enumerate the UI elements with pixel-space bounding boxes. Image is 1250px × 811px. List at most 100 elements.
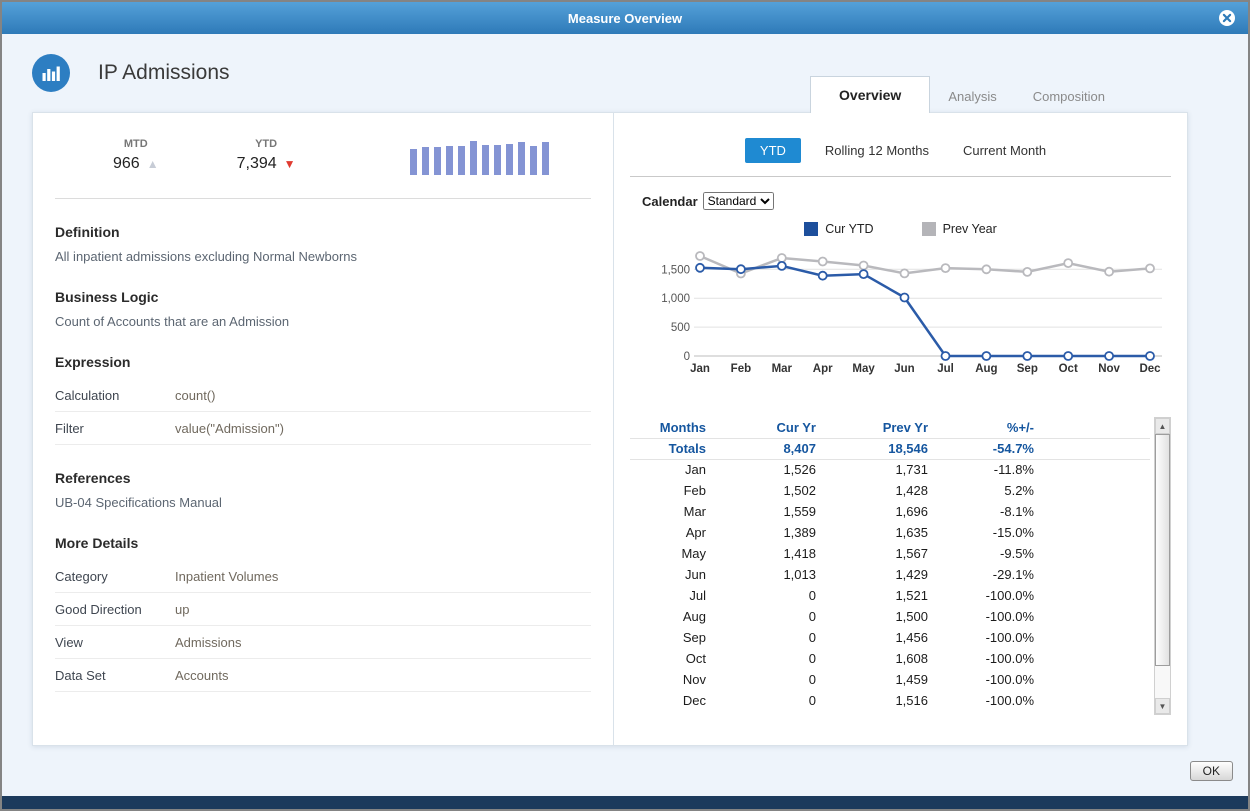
- bar-chart-icon: [32, 54, 70, 92]
- dialog-titlebar[interactable]: Measure Overview: [2, 2, 1248, 34]
- table-cell: 5.2%: [932, 480, 1038, 501]
- table-cell: 0: [710, 669, 820, 690]
- table-cell: 1,013: [710, 564, 820, 585]
- table-cell: 1,502: [710, 480, 820, 501]
- svg-text:500: 500: [671, 322, 690, 334]
- table-cell: 8,407: [710, 438, 820, 459]
- calendar-label: Calendar: [642, 194, 698, 209]
- row-label: Data Set: [55, 668, 175, 683]
- table-cell: 1,418: [710, 543, 820, 564]
- table-row: Sep01,456-100.0%: [630, 627, 1150, 648]
- table-cell: -100.0%: [932, 585, 1038, 606]
- table-cell: 1,500: [820, 606, 932, 627]
- table-row: Apr1,3891,635-15.0%: [630, 522, 1150, 543]
- table-row: Mar1,5591,696-8.1%: [630, 501, 1150, 522]
- spark-bar: [470, 141, 477, 175]
- spark-bar: [422, 147, 429, 175]
- business-logic-heading: Business Logic: [55, 289, 591, 305]
- row-value: up: [175, 602, 189, 617]
- table-header: Cur Yr: [710, 417, 820, 438]
- legend-item-cur-ytd: Cur YTD: [804, 222, 873, 236]
- table-cell: [1038, 564, 1150, 585]
- down-triangle-icon: ▼: [284, 157, 296, 171]
- table-cell: Jun: [630, 564, 710, 585]
- scroll-up-icon[interactable]: ▲: [1155, 418, 1170, 434]
- ok-button[interactable]: OK: [1190, 761, 1233, 781]
- ytd-stat: YTD 7,394▼: [237, 138, 296, 173]
- close-icon[interactable]: [1218, 9, 1236, 27]
- table-cell: 1,559: [710, 501, 820, 522]
- summary-row: MTD 966▲ YTD 7,394▼: [55, 113, 591, 199]
- table-scrollbar[interactable]: ▲ ▼: [1154, 417, 1171, 715]
- table-cell: Oct: [630, 648, 710, 669]
- table-cell: 0: [710, 648, 820, 669]
- table-cell: 1,696: [820, 501, 932, 522]
- spark-bar: [542, 142, 549, 175]
- measure-details-panel: MTD 966▲ YTD 7,394▼ Definition All inpat…: [33, 113, 614, 745]
- svg-text:Oct: Oct: [1059, 363, 1078, 375]
- page-title: IP Admissions: [98, 61, 230, 85]
- row-value: count(): [175, 388, 215, 403]
- scroll-down-icon[interactable]: ▼: [1155, 698, 1170, 714]
- subtab-ytd[interactable]: YTD: [745, 138, 801, 163]
- table-cell: -100.0%: [932, 690, 1038, 711]
- table-row: Oct01,608-100.0%: [630, 648, 1150, 669]
- spark-bar: [518, 142, 525, 175]
- expression-section: Expression Calculation count() Filter va…: [55, 354, 591, 445]
- period-subtabs: YTD Rolling 12 Months Current Month: [630, 138, 1171, 163]
- table-cell: 18,546: [820, 438, 932, 459]
- definition-heading: Definition: [55, 224, 591, 240]
- table-header-row: MonthsCur YrPrev Yr%+/-: [630, 417, 1150, 438]
- business-logic-section: Business Logic Count of Accounts that ar…: [55, 289, 591, 329]
- up-triangle-icon: ▲: [147, 157, 159, 171]
- table-header-filler: [1038, 417, 1150, 438]
- svg-text:Apr: Apr: [813, 363, 833, 375]
- references-heading: References: [55, 470, 591, 486]
- tab-overview[interactable]: Overview: [810, 76, 930, 113]
- svg-text:1,000: 1,000: [661, 293, 690, 305]
- scroll-thumb[interactable]: [1155, 434, 1170, 666]
- table-cell: Totals: [630, 438, 710, 459]
- more-details-heading: More Details: [55, 535, 591, 551]
- references-text: UB-04 Specifications Manual: [55, 495, 591, 510]
- spark-bar: [494, 145, 501, 175]
- table-row: Jul01,521-100.0%: [630, 585, 1150, 606]
- table-cell: -100.0%: [932, 648, 1038, 669]
- table-header: Prev Yr: [820, 417, 932, 438]
- calendar-select[interactable]: Standard: [703, 192, 774, 210]
- svg-text:Mar: Mar: [772, 363, 793, 375]
- table-cell: -8.1%: [932, 501, 1038, 522]
- table-cell: [1038, 627, 1150, 648]
- detail-row-data-set: Data Set Accounts: [55, 659, 591, 692]
- mtd-value: 966: [113, 155, 140, 172]
- table-cell: 0: [710, 627, 820, 648]
- table-cell: Sep: [630, 627, 710, 648]
- spark-bar: [482, 145, 489, 175]
- dialog-footer: OK: [2, 746, 1248, 796]
- table-cell: [1038, 669, 1150, 690]
- svg-text:0: 0: [684, 351, 690, 363]
- svg-text:Feb: Feb: [731, 363, 751, 375]
- table-cell: 1,608: [820, 648, 932, 669]
- table-cell: 1,428: [820, 480, 932, 501]
- tab-analysis[interactable]: Analysis: [930, 80, 1014, 113]
- subtab-rolling-12-months[interactable]: Rolling 12 Months: [815, 138, 939, 163]
- legend-item-prev-year: Prev Year: [922, 222, 997, 236]
- sparkline-chart: [410, 137, 549, 175]
- spark-bar: [446, 146, 453, 175]
- subtab-current-month[interactable]: Current Month: [953, 138, 1056, 163]
- svg-text:Aug: Aug: [975, 363, 997, 375]
- tab-composition[interactable]: Composition: [1015, 80, 1123, 113]
- table-cell: 1,429: [820, 564, 932, 585]
- monthly-table-area: MonthsCur YrPrev Yr%+/-Totals8,40718,546…: [630, 417, 1171, 715]
- table-cell: -9.5%: [932, 543, 1038, 564]
- row-value: value("Admission"): [175, 421, 284, 436]
- trend-line-chart: 05001,0001,500JanFebMarAprMayJunJulAugSe…: [630, 238, 1171, 393]
- table-cell: 1,635: [820, 522, 932, 543]
- table-row: Aug01,500-100.0%: [630, 606, 1150, 627]
- row-label: View: [55, 635, 175, 650]
- scroll-track[interactable]: [1155, 434, 1170, 698]
- table-cell: [1038, 543, 1150, 564]
- table-row: Feb1,5021,4285.2%: [630, 480, 1150, 501]
- table-row: May1,4181,567-9.5%: [630, 543, 1150, 564]
